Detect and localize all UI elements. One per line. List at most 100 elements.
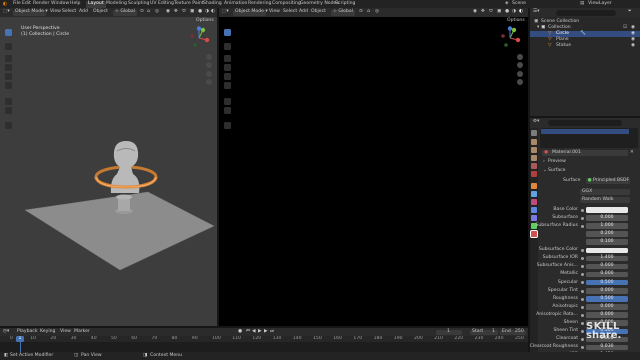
- viewlayer-selector[interactable]: ViewLayer: [588, 1, 612, 7]
- eye-icon[interactable]: ◉: [631, 31, 635, 37]
- world-tab-icon[interactable]: [531, 171, 537, 177]
- viewlayer-icon[interactable]: ▤: [580, 1, 584, 7]
- menu-render[interactable]: Render: [33, 1, 49, 7]
- eye-icon[interactable]: ◉: [631, 43, 635, 49]
- add-cube-tool-icon[interactable]: [224, 122, 231, 129]
- material-tab-icon[interactable]: [530, 230, 538, 238]
- properties-search-input[interactable]: [548, 119, 622, 126]
- menu-playback[interactable]: Playback: [17, 329, 38, 335]
- menu-marker[interactable]: Marker: [74, 329, 90, 335]
- socket-icon[interactable]: [581, 224, 584, 228]
- current-frame-field[interactable]: 1: [436, 329, 462, 335]
- menu-keying[interactable]: Keying: [40, 329, 55, 335]
- tool-tab-icon[interactable]: [531, 130, 537, 136]
- visibility-icon[interactable]: ◉: [166, 9, 170, 15]
- timeline[interactable]: 1 0 10 20 30 40 50 60 70 80 90 100 110 120 130 140 150 1…: [0, 336, 528, 352]
- output-tab-icon[interactable]: [531, 147, 537, 153]
- pan-hand-icon[interactable]: [517, 62, 523, 68]
- shading-material-icon[interactable]: ◑: [205, 9, 209, 15]
- gizmo-icon[interactable]: ✥: [174, 9, 178, 15]
- navigation-gizmo-icon[interactable]: [498, 26, 522, 50]
- surface-shader-dropdown[interactable]: ● Principled BSDF: [586, 178, 630, 184]
- view-layer-tab-icon[interactable]: [531, 155, 537, 161]
- socket-icon[interactable]: [581, 289, 584, 293]
- list-item[interactable]: ▽ Statue ◉: [530, 43, 640, 49]
- menu-object[interactable]: Object: [311, 9, 326, 15]
- menu-add[interactable]: Add: [299, 9, 308, 15]
- tab-layout[interactable]: Layout: [86, 0, 106, 8]
- visibility-icon[interactable]: ◉: [473, 9, 477, 15]
- particles-tab-icon[interactable]: [531, 199, 537, 205]
- object-tab-icon[interactable]: [531, 183, 537, 189]
- menu-add[interactable]: Add: [79, 9, 88, 15]
- filter-icon[interactable]: ⏷: [628, 9, 632, 15]
- blender-logo-icon[interactable]: ◐: [3, 1, 7, 7]
- shading-solid-icon[interactable]: ●: [505, 9, 509, 15]
- menu-view[interactable]: View: [269, 9, 280, 15]
- eye-icon[interactable]: ◉: [631, 37, 635, 43]
- camera-view-icon[interactable]: [517, 71, 523, 77]
- overlay-icon[interactable]: ⬭: [182, 9, 186, 15]
- xray-icon[interactable]: ▣: [190, 9, 194, 15]
- editor-type-icon[interactable]: ⬚▾: [3, 9, 10, 15]
- timeline-ruler[interactable]: [0, 336, 528, 342]
- xray-icon[interactable]: ▣: [497, 9, 501, 15]
- material-slot-item[interactable]: [541, 129, 629, 134]
- measure-tool-icon[interactable]: [224, 107, 231, 114]
- render-tab-icon[interactable]: [531, 139, 537, 145]
- menu-view[interactable]: View: [50, 9, 61, 15]
- editor-type-icon[interactable]: ⚙▾: [533, 119, 539, 125]
- proportional-edit-icon[interactable]: ◎: [155, 9, 159, 15]
- menu-edit[interactable]: Edit: [22, 1, 31, 7]
- move-tool-icon[interactable]: [224, 55, 231, 62]
- menu-window[interactable]: Window: [51, 1, 69, 7]
- chevron-down-icon[interactable]: ▾: [537, 25, 539, 31]
- tab-shading[interactable]: Shading: [201, 1, 224, 8]
- menu-object[interactable]: Object: [93, 9, 108, 15]
- scene-selector[interactable]: Scene: [512, 1, 526, 7]
- menu-select[interactable]: Select: [283, 9, 297, 15]
- socket-icon[interactable]: [581, 330, 584, 333]
- next-key-icon[interactable]: ▶: [264, 329, 268, 335]
- menu-file[interactable]: File: [13, 1, 21, 7]
- physics-tab-icon[interactable]: [531, 207, 537, 213]
- outliner-search-input[interactable]: [556, 9, 616, 16]
- constraints-tab-icon[interactable]: [531, 215, 537, 221]
- close-icon[interactable]: ✕: [630, 150, 634, 156]
- editor-type-icon[interactable]: ☰▾: [533, 9, 539, 15]
- chevron-right-icon[interactable]: ›: [543, 159, 545, 165]
- socket-icon[interactable]: [581, 321, 584, 325]
- viewport-left[interactable]: Options User Perspective (1) Collection …: [0, 17, 217, 326]
- surface-panel-label[interactable]: Surface: [548, 168, 566, 174]
- jump-end-icon[interactable]: ⏭: [270, 329, 274, 335]
- menu-view[interactable]: View: [60, 329, 71, 335]
- transform-orientation-dropdown[interactable]: ⊹ Global: [331, 9, 355, 16]
- checkbox-icon[interactable]: ☑: [623, 25, 627, 31]
- cursor-tool-icon[interactable]: [224, 43, 231, 50]
- property-field[interactable]: [586, 207, 628, 213]
- scale-tool-icon[interactable]: [224, 73, 231, 80]
- gizmo-icon[interactable]: ✥: [481, 9, 485, 15]
- pivot-icon[interactable]: ⊙: [140, 9, 144, 15]
- socket-icon[interactable]: [581, 216, 584, 220]
- start-frame-field[interactable]: Start 1: [470, 329, 498, 335]
- chevron-down-icon[interactable]: ⌄: [543, 168, 547, 174]
- shading-material-icon[interactable]: ◑: [512, 9, 516, 15]
- snap-icon[interactable]: ⌂: [367, 9, 370, 15]
- overlay-icon[interactable]: ⬭: [489, 9, 493, 15]
- socket-icon[interactable]: [581, 305, 584, 309]
- ortho-grid-icon[interactable]: [517, 79, 523, 85]
- mode-dropdown[interactable]: Object Mode ▾: [13, 9, 48, 16]
- tab-scripting[interactable]: Scripting: [333, 1, 357, 8]
- prev-key-icon[interactable]: ◀: [252, 329, 256, 335]
- menu-help[interactable]: Help: [70, 1, 80, 7]
- viewport-options[interactable]: Options: [507, 18, 525, 24]
- rotate-tool-icon[interactable]: [224, 64, 231, 71]
- record-icon[interactable]: ●: [238, 329, 242, 335]
- editor-type-icon[interactable]: ⬚▾: [222, 9, 229, 15]
- jump-start-icon[interactable]: ⏮: [246, 329, 250, 335]
- viewport-right[interactable]: Options: [219, 17, 528, 326]
- snap-icon[interactable]: ⌂: [147, 9, 150, 15]
- pivot-icon[interactable]: ⊙: [359, 9, 363, 15]
- property-field[interactable]: [586, 247, 628, 253]
